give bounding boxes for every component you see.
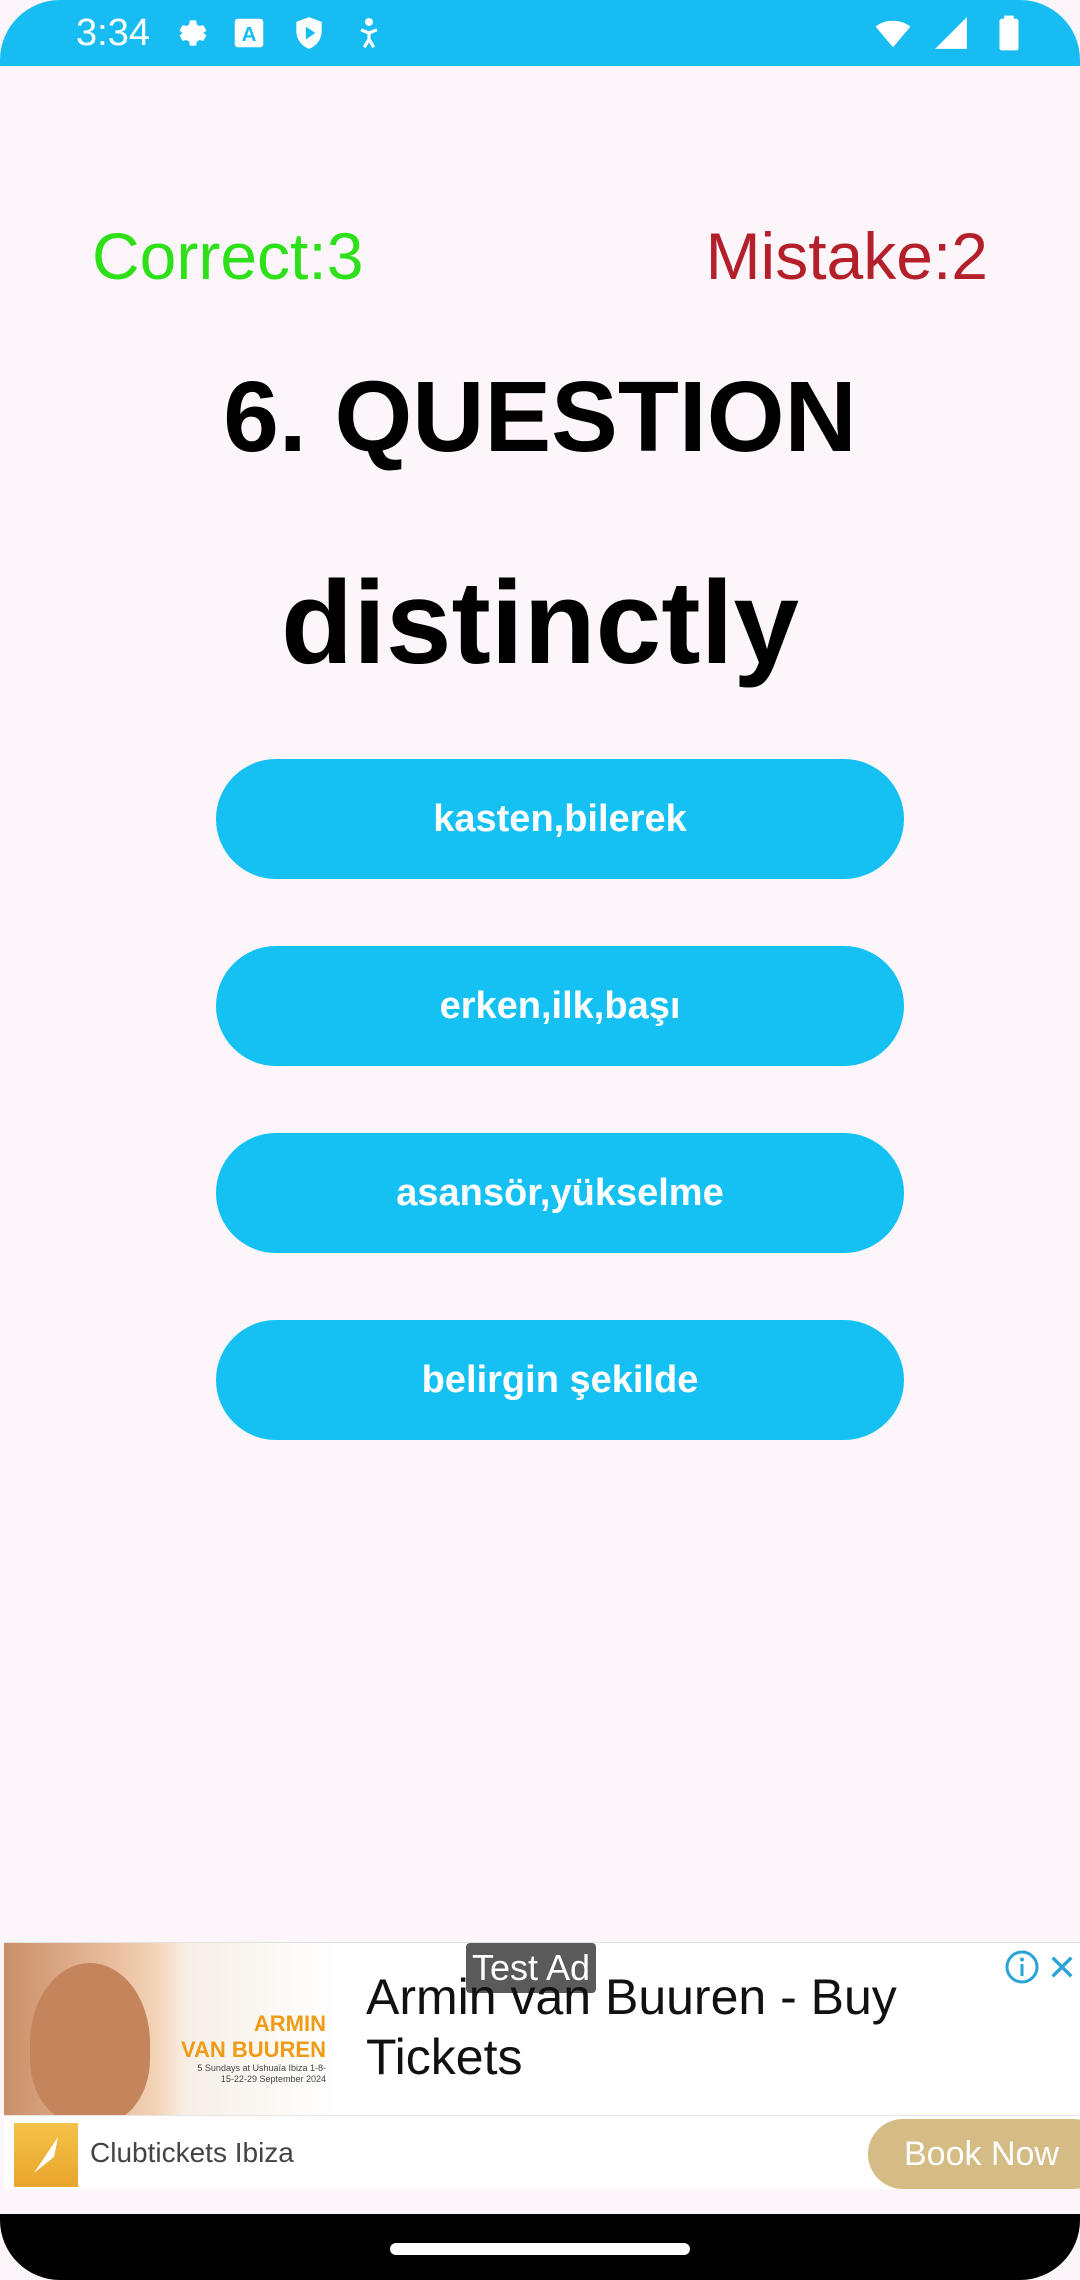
answer-button-4[interactable]: belirgin şekilde [216,1320,904,1440]
ad-image[interactable]: ARMIN VAN BUUREN 5 Sundays at Ushuaïa Ib… [4,1943,336,2115]
ad-image-title: ARMIN VAN BUUREN [180,2011,326,2062]
close-icon[interactable] [1046,1951,1078,1983]
question-number: 6. QUESTION [223,361,857,473]
status-left-icons: A [170,14,388,52]
mistake-count: Mistake:2 [705,219,988,293]
settings-icon [179,20,207,46]
ad-divider [4,2115,1080,2116]
accessibility-icon [360,17,378,49]
ad-banner[interactable]: ARMIN VAN BUUREN 5 Sundays at Ushuaïa Ib… [4,1942,1080,2189]
answer-button-2[interactable]: erken,ilk,başı [216,946,904,1066]
question-word: distinctly [281,557,799,689]
signal-icon [935,17,967,49]
correct-count: Correct:3 [92,219,364,293]
text-a-icon: A [234,18,264,48]
ad-advertiser[interactable]: Clubtickets Ibiza [90,2137,294,2169]
svg-text:A: A [242,23,257,46]
answer-button-3[interactable]: asansör,yükselme [216,1133,904,1253]
ad-headline[interactable]: Armin van Buuren - Buy Tickets [366,1967,946,2087]
wifi-icon [875,20,911,48]
ad-person-image [30,1963,150,2115]
status-time: 3:34 [76,12,150,54]
play-protect-icon [296,17,322,49]
battery-icon [999,15,1019,51]
info-icon[interactable] [1004,1949,1040,1985]
status-bar: 3:34 A [0,0,1080,66]
status-right-icons [874,14,1028,52]
advertiser-logo-icon [14,2123,78,2187]
ad-image-subtitle: 5 Sundays at Ushuaïa Ibiza 1-8-15-22-29 … [197,2063,326,2084]
home-handle[interactable] [390,2243,690,2255]
answer-button-1[interactable]: kasten,bilerek [216,759,904,879]
book-now-button[interactable]: Book Now [868,2119,1080,2189]
